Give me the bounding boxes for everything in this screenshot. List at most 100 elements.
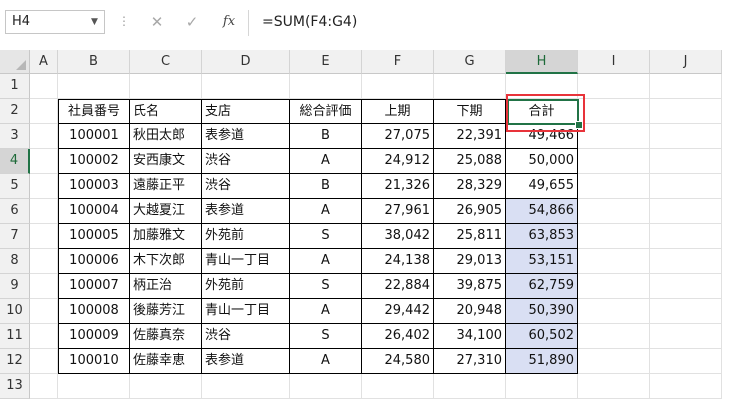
cell-g5[interactable]: 28,329 xyxy=(434,174,506,199)
cell-b4[interactable]: 100002 xyxy=(58,149,130,174)
cell-b12[interactable]: 100010 xyxy=(58,349,130,374)
cell-g6[interactable]: 26,905 xyxy=(434,199,506,224)
cell-e2[interactable]: 総合評価 xyxy=(290,99,362,124)
cell-b13[interactable] xyxy=(58,374,130,399)
row-header-11[interactable]: 11 xyxy=(0,324,30,349)
cell-g2[interactable]: 下期 xyxy=(434,99,506,124)
enter-icon[interactable]: ✓ xyxy=(183,12,201,32)
cell-c2[interactable]: 氏名 xyxy=(130,99,202,124)
cell-h5[interactable]: 49,655 xyxy=(506,174,578,199)
cell-e10[interactable]: A xyxy=(290,299,362,324)
cell-e11[interactable]: S xyxy=(290,324,362,349)
row-header-9[interactable]: 9 xyxy=(0,274,30,299)
cell-b8[interactable]: 100006 xyxy=(58,249,130,274)
cell-e12[interactable]: A xyxy=(290,349,362,374)
cell-i12[interactable] xyxy=(578,349,650,374)
row-header-4[interactable]: 4 xyxy=(0,149,30,174)
cell-j9[interactable] xyxy=(650,274,722,299)
cell-c4[interactable]: 安西康文 xyxy=(130,149,202,174)
cell-h9[interactable]: 62,759 xyxy=(506,274,578,299)
cell-e1[interactable] xyxy=(290,74,362,99)
cell-h2[interactable]: 合計 xyxy=(506,99,578,124)
cell-g8[interactable]: 29,013 xyxy=(434,249,506,274)
cell-c9[interactable]: 柄正治 xyxy=(130,274,202,299)
cell-f6[interactable]: 27,961 xyxy=(362,199,434,224)
row-header-13[interactable]: 13 xyxy=(0,374,30,399)
cell-d7[interactable]: 外苑前 xyxy=(202,224,290,249)
cell-g1[interactable] xyxy=(434,74,506,99)
cell-d13[interactable] xyxy=(202,374,290,399)
cell-h13[interactable] xyxy=(506,374,578,399)
cell-e3[interactable]: B xyxy=(290,124,362,149)
cell-j12[interactable] xyxy=(650,349,722,374)
row-header-3[interactable]: 3 xyxy=(0,124,30,149)
cell-d12[interactable]: 表参道 xyxy=(202,349,290,374)
cell-j6[interactable] xyxy=(650,199,722,224)
cell-b3[interactable]: 100001 xyxy=(58,124,130,149)
cell-f7[interactable]: 38,042 xyxy=(362,224,434,249)
cell-h4[interactable]: 50,000 xyxy=(506,149,578,174)
cell-f8[interactable]: 24,138 xyxy=(362,249,434,274)
cell-d10[interactable]: 青山一丁目 xyxy=(202,299,290,324)
cell-j1[interactable] xyxy=(650,74,722,99)
cell-h7[interactable]: 63,853 xyxy=(506,224,578,249)
column-header-i[interactable]: I xyxy=(578,50,650,74)
cell-e13[interactable] xyxy=(290,374,362,399)
cell-f3[interactable]: 27,075 xyxy=(362,124,434,149)
cell-d9[interactable]: 外苑前 xyxy=(202,274,290,299)
cell-d2[interactable]: 支店 xyxy=(202,99,290,124)
cell-b7[interactable]: 100005 xyxy=(58,224,130,249)
cell-j5[interactable] xyxy=(650,174,722,199)
column-header-b[interactable]: B xyxy=(58,50,130,74)
cell-b9[interactable]: 100007 xyxy=(58,274,130,299)
cell-g4[interactable]: 25,088 xyxy=(434,149,506,174)
cell-f9[interactable]: 22,884 xyxy=(362,274,434,299)
cell-a4[interactable] xyxy=(30,149,58,174)
cell-h11[interactable]: 60,502 xyxy=(506,324,578,349)
cell-f5[interactable]: 21,326 xyxy=(362,174,434,199)
cell-g10[interactable]: 20,948 xyxy=(434,299,506,324)
cell-d6[interactable]: 表参道 xyxy=(202,199,290,224)
cell-g7[interactable]: 25,811 xyxy=(434,224,506,249)
cell-i7[interactable] xyxy=(578,224,650,249)
cell-a9[interactable] xyxy=(30,274,58,299)
cell-c6[interactable]: 大越夏江 xyxy=(130,199,202,224)
cell-e8[interactable]: A xyxy=(290,249,362,274)
row-header-7[interactable]: 7 xyxy=(0,224,30,249)
cell-h10[interactable]: 50,390 xyxy=(506,299,578,324)
cell-a10[interactable] xyxy=(30,299,58,324)
cell-g11[interactable]: 34,100 xyxy=(434,324,506,349)
column-header-a[interactable]: A xyxy=(30,50,58,74)
name-box[interactable]: H4 xyxy=(5,10,105,34)
cell-j7[interactable] xyxy=(650,224,722,249)
cell-h12[interactable]: 51,890 xyxy=(506,349,578,374)
cell-a12[interactable] xyxy=(30,349,58,374)
cell-a2[interactable] xyxy=(30,99,58,124)
cell-f1[interactable] xyxy=(362,74,434,99)
cell-a13[interactable] xyxy=(30,374,58,399)
row-header-6[interactable]: 6 xyxy=(0,199,30,224)
column-header-d[interactable]: D xyxy=(202,50,290,74)
cell-a3[interactable] xyxy=(30,124,58,149)
cell-g3[interactable]: 22,391 xyxy=(434,124,506,149)
cell-f12[interactable]: 24,580 xyxy=(362,349,434,374)
cell-b11[interactable]: 100009 xyxy=(58,324,130,349)
cell-e9[interactable]: S xyxy=(290,274,362,299)
row-header-5[interactable]: 5 xyxy=(0,174,30,199)
cell-b6[interactable]: 100004 xyxy=(58,199,130,224)
cell-i5[interactable] xyxy=(578,174,650,199)
cell-j4[interactable] xyxy=(650,149,722,174)
row-header-1[interactable]: 1 xyxy=(0,74,30,99)
cell-j8[interactable] xyxy=(650,249,722,274)
cell-c3[interactable]: 秋田太郎 xyxy=(130,124,202,149)
cell-j3[interactable] xyxy=(650,124,722,149)
cell-b10[interactable]: 100008 xyxy=(58,299,130,324)
cell-d8[interactable]: 青山一丁目 xyxy=(202,249,290,274)
cell-f13[interactable] xyxy=(362,374,434,399)
cell-i1[interactable] xyxy=(578,74,650,99)
cell-a11[interactable] xyxy=(30,324,58,349)
cell-c5[interactable]: 遠藤正平 xyxy=(130,174,202,199)
cell-i10[interactable] xyxy=(578,299,650,324)
cell-d11[interactable]: 渋谷 xyxy=(202,324,290,349)
cell-c11[interactable]: 佐藤真奈 xyxy=(130,324,202,349)
